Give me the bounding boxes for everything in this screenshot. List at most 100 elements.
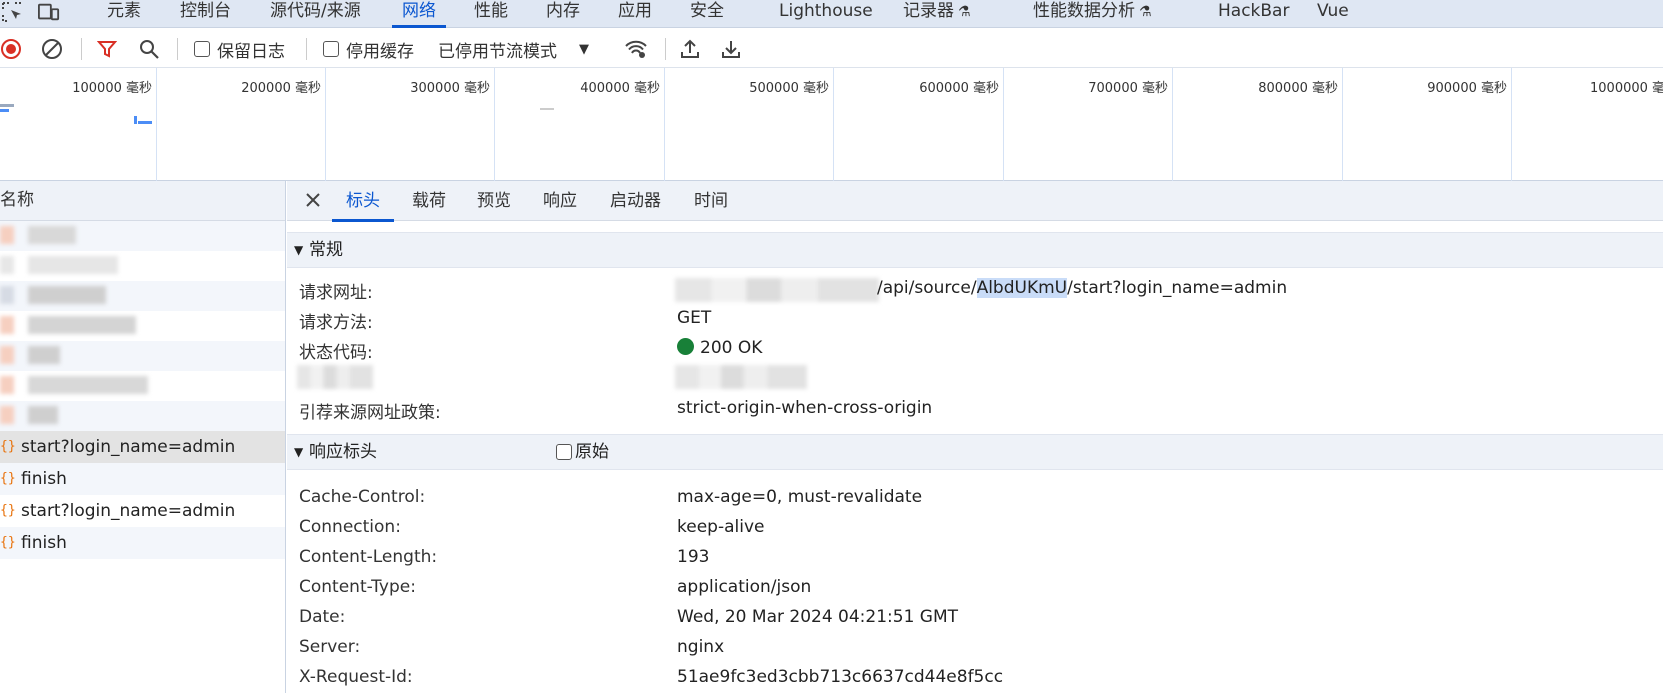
disable-cache-label: 停用缓存: [346, 41, 414, 62]
grid-line: [325, 68, 326, 181]
tab-performance-insights-label: 性能数据分析: [1033, 1, 1135, 21]
import-har-button[interactable]: [679, 37, 701, 61]
header-key: X-Request-Id:: [299, 667, 413, 687]
name-column-header[interactable]: 名称: [0, 181, 285, 221]
referrer-policy-value: strict-origin-when-cross-origin: [677, 398, 933, 418]
tick-label: 1000000 毫秒: [1590, 81, 1663, 96]
tab-elements[interactable]: 元素: [107, 0, 141, 28]
tab-headers[interactable]: 标头: [332, 181, 394, 222]
request-bar: [138, 121, 152, 124]
throttling-select[interactable]: 已停用节流模式 ▼: [438, 37, 589, 62]
tab-security[interactable]: 安全: [690, 0, 724, 28]
tab-recorder[interactable]: 记录器 ⚗: [903, 0, 971, 28]
tab-lighthouse[interactable]: Lighthouse: [779, 0, 873, 28]
request-name: start?login_name=admin: [21, 437, 236, 457]
xhr-icon: {}: [0, 439, 16, 454]
wifi-settings-icon: [625, 40, 647, 58]
redacted-row[interactable]: [0, 371, 285, 401]
tick-label: 900000 毫秒: [1427, 81, 1507, 96]
divider: [306, 38, 307, 60]
tab-application[interactable]: 应用: [618, 0, 652, 28]
raw-checkbox[interactable]: 原始: [556, 435, 609, 469]
tab-preview[interactable]: 预览: [477, 181, 511, 221]
upload-icon: [681, 39, 699, 58]
network-conditions-button[interactable]: [624, 37, 648, 61]
tab-console[interactable]: 控制台: [180, 0, 231, 28]
close-icon[interactable]: [303, 190, 323, 210]
request-row[interactable]: {} start?login_name=admin: [0, 495, 285, 527]
preserve-log-checkbox[interactable]: 保留日志: [194, 37, 285, 62]
redacted-value: [675, 365, 807, 389]
filter-icon: [97, 41, 117, 58]
tab-vue[interactable]: Vue: [1317, 0, 1349, 28]
checkbox-box[interactable]: [556, 444, 572, 460]
redacted-row[interactable]: [0, 221, 285, 251]
request-row[interactable]: {} finish: [0, 527, 285, 559]
redacted-row[interactable]: [0, 281, 285, 311]
request-bar: [0, 109, 9, 112]
grid-line: [494, 68, 495, 181]
tab-payload[interactable]: 载荷: [412, 181, 446, 221]
download-icon: [722, 41, 740, 58]
header-value: keep-alive: [677, 517, 765, 537]
network-overview[interactable]: 100000 毫秒 200000 毫秒 300000 毫秒 400000 毫秒 …: [0, 68, 1663, 181]
request-row[interactable]: {} finish: [0, 463, 285, 495]
redacted-row[interactable]: [0, 251, 285, 281]
disable-cache-checkbox[interactable]: 停用缓存: [323, 37, 414, 62]
status-code-value: 200 OK: [677, 338, 762, 358]
tick-label: 100000 毫秒: [72, 81, 152, 96]
general-section-title: 常规: [309, 240, 343, 260]
tab-memory[interactable]: 内存: [546, 0, 580, 28]
tab-timing[interactable]: 时间: [694, 181, 728, 221]
record-button[interactable]: [0, 37, 22, 61]
preserve-log-label: 保留日志: [217, 41, 285, 62]
request-name: finish: [21, 533, 67, 553]
request-method-value: GET: [677, 308, 712, 328]
response-headers-section-header[interactable]: ▼ 响应标头 原始: [287, 434, 1663, 470]
request-name: start?login_name=admin: [21, 501, 236, 521]
flask-icon: ⚗: [1139, 4, 1152, 20]
raw-label: 原始: [575, 442, 609, 462]
divider: [81, 38, 82, 60]
checkbox-box[interactable]: [323, 41, 339, 57]
redacted-label: [297, 365, 373, 389]
device-toolbar-icon[interactable]: [38, 2, 60, 22]
status-code-label: 状态代码:: [299, 343, 373, 363]
tab-hackbar[interactable]: HackBar: [1218, 0, 1289, 28]
request-url-path-post: /start?login_name=admin: [1067, 278, 1288, 298]
redacted-row[interactable]: [0, 401, 285, 431]
request-url-label: 请求网址:: [299, 283, 373, 303]
request-details-panel: 标头 载荷 预览 响应 启动器 时间 ▼ 常规 请求网址: /api/sourc…: [287, 181, 1663, 693]
tab-performance-insights[interactable]: 性能数据分析 ⚗: [1033, 0, 1152, 28]
referrer-policy-label: 引荐来源网址政策:: [299, 403, 441, 423]
inspect-element-icon[interactable]: [2, 2, 24, 22]
clear-button[interactable]: [41, 37, 63, 61]
redacted-row[interactable]: [0, 311, 285, 341]
xhr-icon: {}: [0, 471, 16, 486]
tab-network[interactable]: 网络: [392, 0, 446, 28]
header-key: Cache-Control:: [299, 487, 426, 507]
request-method-label: 请求方法:: [299, 313, 373, 333]
flask-icon: ⚗: [958, 4, 971, 20]
header-key: Content-Type:: [299, 577, 416, 597]
grid-line: [664, 68, 665, 181]
tab-performance[interactable]: 性能: [474, 0, 508, 28]
redacted-row[interactable]: [0, 341, 285, 371]
search-button[interactable]: [138, 37, 160, 61]
clear-icon: [42, 39, 62, 59]
export-har-button[interactable]: [720, 37, 742, 61]
tab-response[interactable]: 响应: [543, 181, 577, 221]
redacted-rows: [0, 221, 285, 431]
status-code-text: 200 OK: [700, 338, 763, 358]
header-value: nginx: [677, 637, 725, 657]
tab-sources[interactable]: 源代码/来源: [270, 0, 361, 28]
checkbox-box[interactable]: [194, 41, 210, 57]
request-list: 名称 {} start?login_name=admin {} finish {…: [0, 181, 286, 693]
filter-button[interactable]: [97, 37, 117, 61]
tick-label: 200000 毫秒: [241, 81, 321, 96]
record-icon: [1, 39, 21, 59]
tab-recorder-label: 记录器: [903, 1, 954, 21]
request-row[interactable]: {} start?login_name=admin: [0, 431, 285, 463]
tab-initiator[interactable]: 启动器: [610, 181, 661, 221]
general-section-header[interactable]: ▼ 常规: [287, 232, 1663, 268]
